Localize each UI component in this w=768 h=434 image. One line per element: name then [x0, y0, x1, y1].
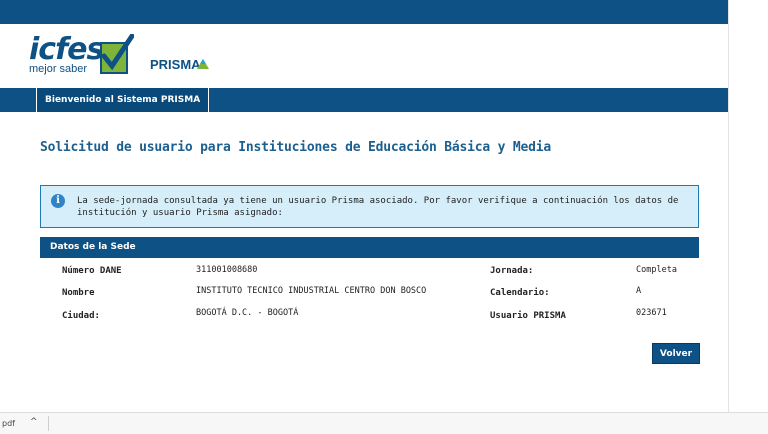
- check-logo-icon: [100, 34, 134, 74]
- page-frame: icfes mejor saber PRISMA Bienvenido al S…: [0, 0, 729, 412]
- prisma-triangle-icon: [197, 59, 209, 69]
- usuario-prisma-value: 023671: [636, 308, 667, 318]
- jornada-value: Completa: [636, 265, 677, 275]
- calendario-value: A: [636, 286, 642, 296]
- logo-area: icfes mejor saber PRISMA: [26, 32, 326, 80]
- download-bar: pdf ^: [0, 412, 768, 434]
- page-title: Solicitud de usuario para Instituciones …: [40, 140, 551, 155]
- sede-section-header: Datos de la Sede: [40, 237, 699, 258]
- tab-bienvenido[interactable]: Bienvenido al Sistema PRISMA: [36, 88, 210, 112]
- sede-section-title: Datos de la Sede: [50, 242, 136, 252]
- download-item-label[interactable]: pdf: [2, 419, 15, 428]
- dane-value: 311001008680: [196, 265, 258, 275]
- info-icon: i: [51, 194, 65, 208]
- calendario-label: Calendario:: [490, 288, 550, 298]
- prisma-logo-text: PRISMA: [150, 57, 201, 72]
- chevron-up-icon[interactable]: ^: [30, 417, 38, 427]
- nombre-value: INSTITUTO TECNICO INDUSTRIAL CENTRO DON …: [196, 286, 427, 296]
- jornada-label: Jornada:: [490, 266, 534, 276]
- top-bar: [0, 0, 728, 24]
- ciudad-label: Ciudad:: [62, 311, 100, 321]
- volver-button[interactable]: Volver: [652, 343, 700, 364]
- ciudad-value: BOGOTÁ D.C. - BOGOTÁ: [196, 308, 299, 318]
- icfes-logo-text: icfes: [29, 32, 104, 67]
- info-message-box: i La sede-jornada consultada ya tiene un…: [40, 185, 699, 228]
- usuario-prisma-label: Usuario PRISMA: [490, 311, 566, 321]
- nav-bar: Bienvenido al Sistema PRISMA: [0, 88, 728, 112]
- download-bar-divider: [48, 416, 49, 431]
- logo-tagline: mejor saber: [29, 63, 88, 75]
- info-message-text: La sede-jornada consultada ya tiene un u…: [77, 196, 679, 218]
- nombre-label: Nombre: [62, 288, 95, 298]
- dane-label: Número DANE: [62, 266, 122, 276]
